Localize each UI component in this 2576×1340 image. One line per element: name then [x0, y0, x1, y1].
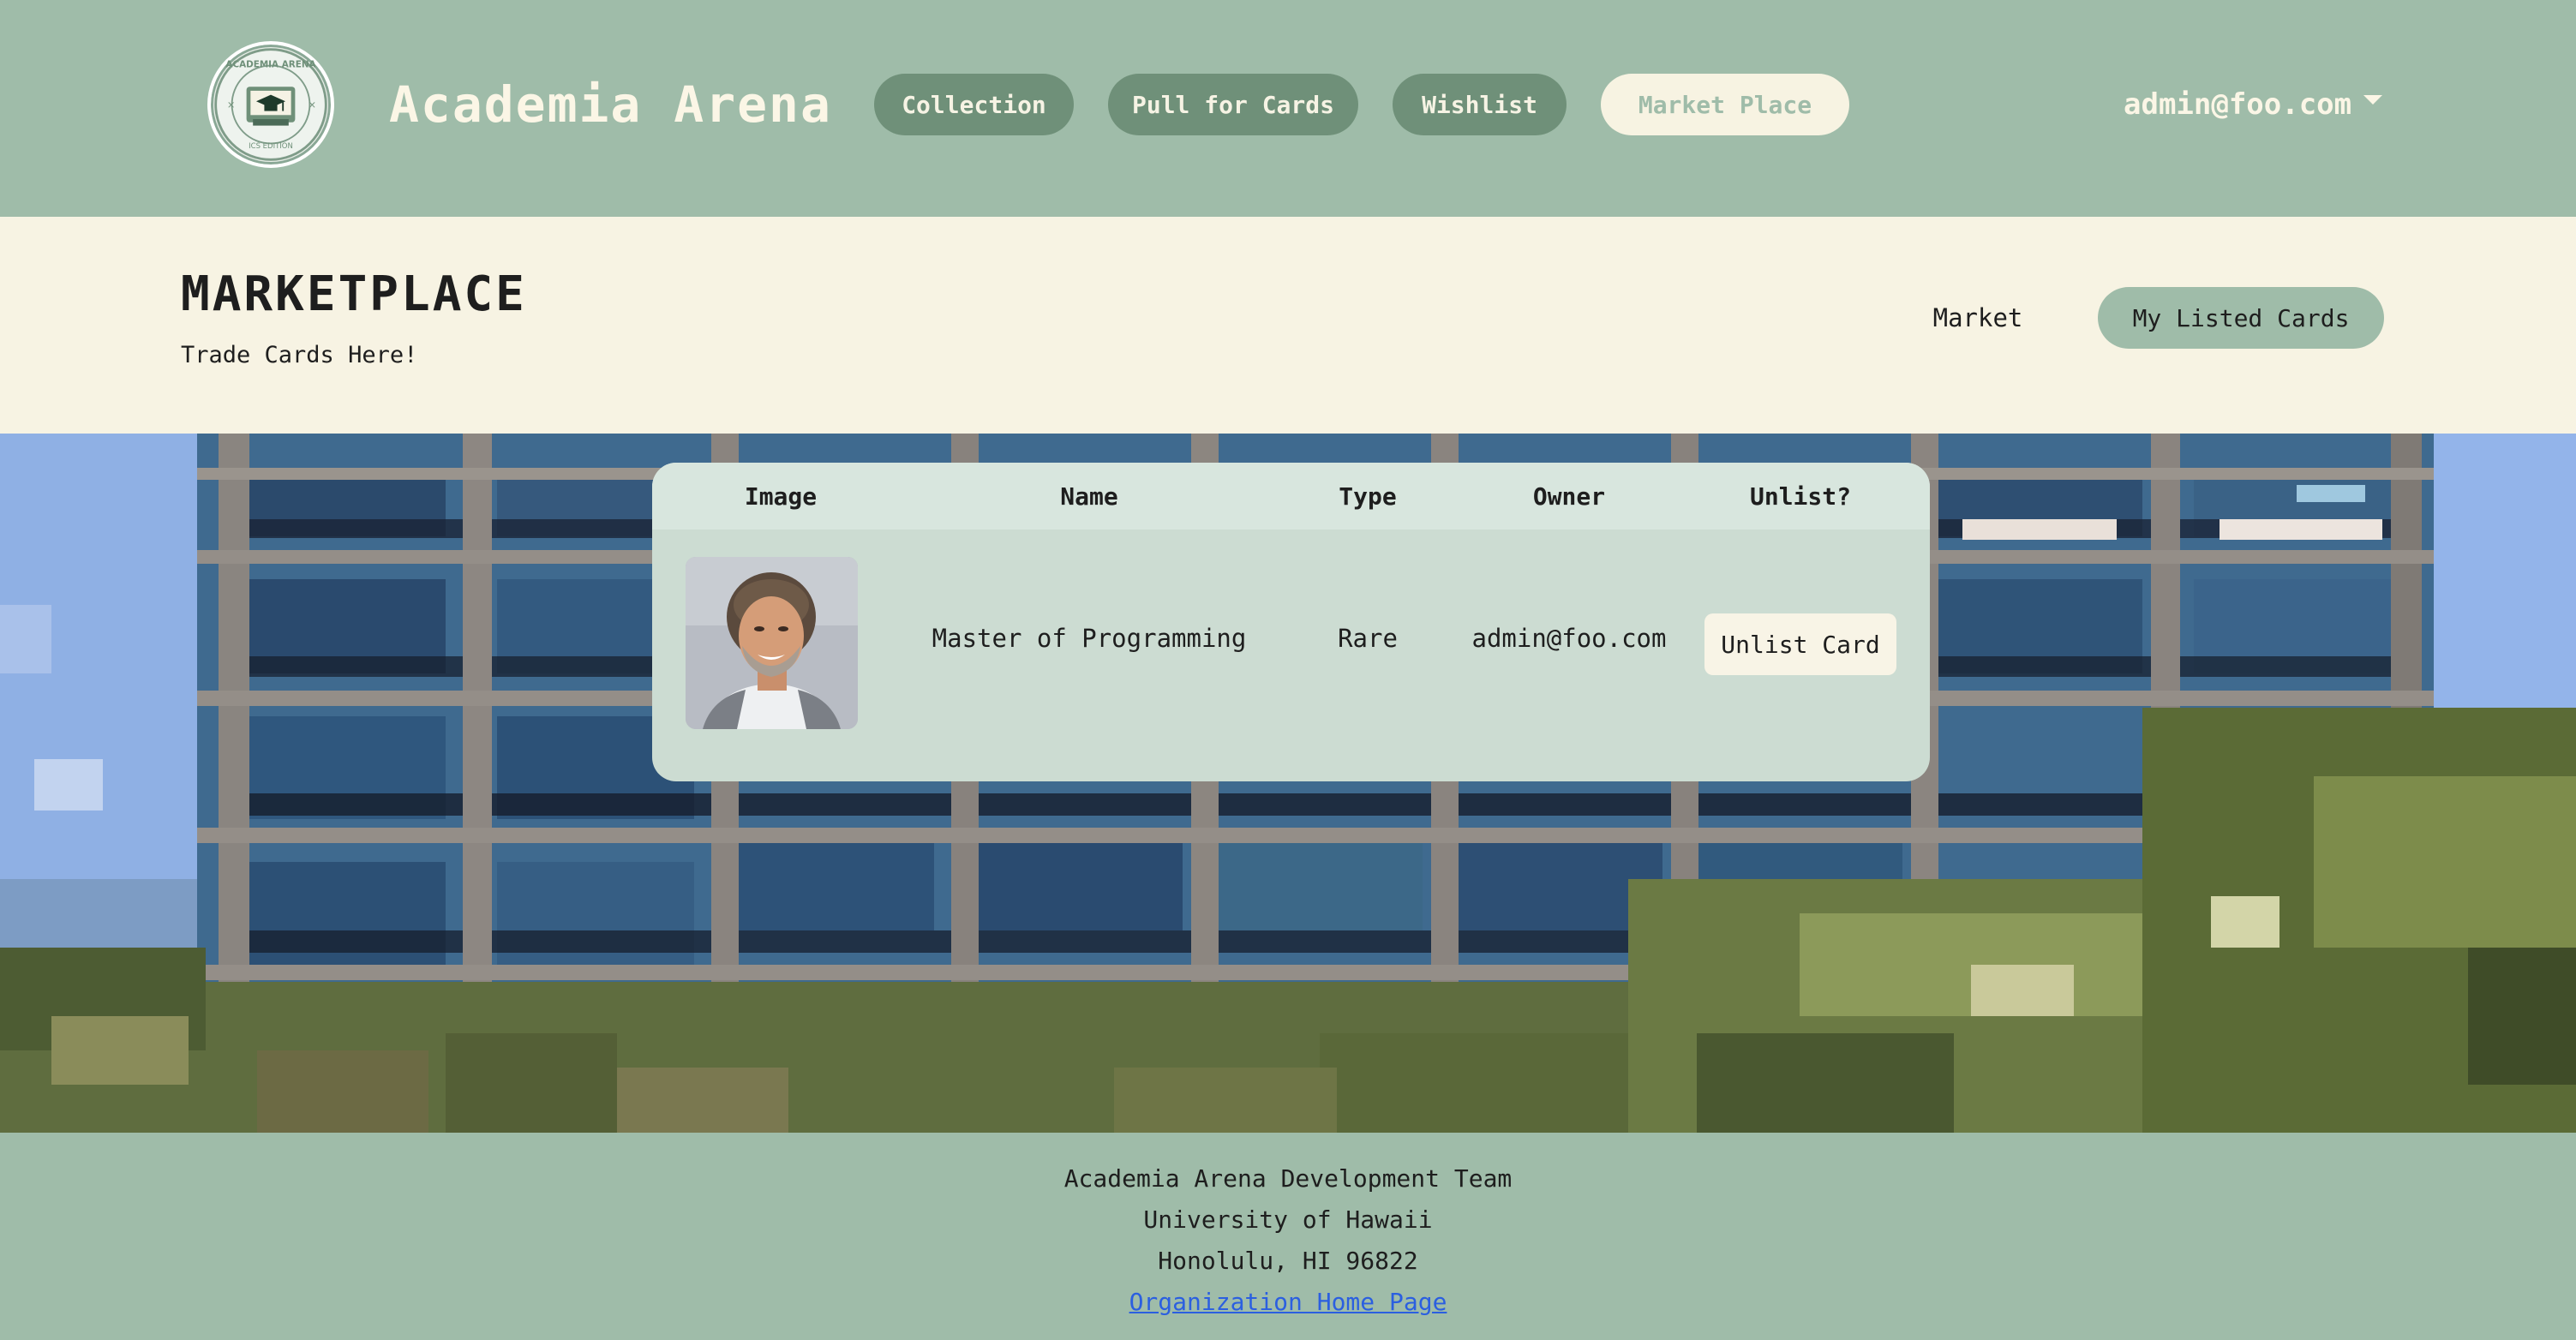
tab-my-listed-cards[interactable]: My Listed Cards [2098, 287, 2384, 349]
card-type: Rare [1338, 624, 1398, 653]
svg-text:×: × [309, 99, 317, 111]
nav-pull-for-cards[interactable]: Pull for Cards [1108, 74, 1358, 135]
table-header: Image Name Type Owner Unlist? [652, 463, 1930, 529]
footer-university: University of Hawaii [1143, 1205, 1433, 1234]
brand-title[interactable]: Academia Arena [389, 72, 832, 137]
nav-collection[interactable]: Collection [874, 74, 1074, 135]
footer: Academia Arena Development Team Universi… [0, 1133, 2576, 1340]
user-dropdown[interactable]: admin@foo.com [2124, 82, 2383, 127]
unlist-card-button[interactable]: Unlist Card [1704, 613, 1896, 675]
academia-arena-logo[interactable]: ACADEMIA ARENA ICS EDITION × × [207, 41, 334, 168]
organization-home-page-link[interactable]: Organization Home Page [1129, 1288, 1447, 1316]
column-header-type: Type [1339, 482, 1397, 511]
page-subtitle: Trade Cards Here! [181, 342, 418, 368]
professor-portrait-icon [686, 557, 858, 729]
svg-text:ICS EDITION: ICS EDITION [249, 142, 293, 151]
card-name: Master of Programming [932, 624, 1247, 653]
footer-location: Honolulu, HI 96822 [1158, 1247, 1418, 1275]
column-header-owner: Owner [1532, 482, 1606, 511]
page-header: MARKETPLACE Trade Cards Here! Market My … [0, 217, 2576, 434]
graduation-cap-icon: ACADEMIA ARENA ICS EDITION × × [214, 48, 327, 161]
tab-market[interactable]: Market [1892, 287, 2064, 349]
footer-link-row: Organization Home Page [0, 1285, 2576, 1319]
column-header-name: Name [1060, 482, 1118, 511]
footer-team: Academia Arena Development Team [1063, 1164, 1513, 1193]
nav-wishlist[interactable]: Wishlist [1393, 74, 1567, 135]
page-title: MARKETPLACE [181, 266, 527, 322]
card-image [686, 557, 858, 729]
column-header-unlist: Unlist? [1749, 482, 1851, 511]
column-header-image: Image [744, 482, 818, 511]
chevron-down-icon [2363, 94, 2383, 105]
top-navbar: ACADEMIA ARENA ICS EDITION × × Academia … [0, 0, 2576, 217]
listed-cards-table: Image Name Type Owner Unlist? Master of … [652, 463, 1930, 781]
svg-text:ACADEMIA ARENA: ACADEMIA ARENA [225, 59, 315, 69]
card-owner: admin@foo.com [1471, 624, 1667, 653]
svg-text:×: × [227, 99, 236, 111]
user-email: admin@foo.com [2124, 87, 2352, 122]
nav-market-place[interactable]: Market Place [1601, 74, 1849, 135]
